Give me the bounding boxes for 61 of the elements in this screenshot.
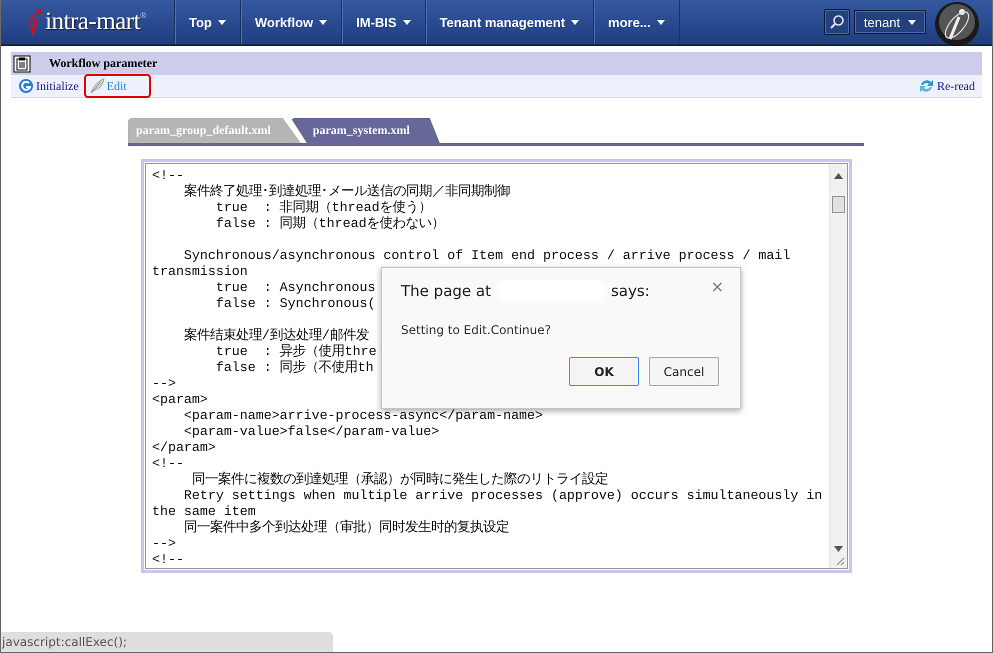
status-bar: javascript:callExec(); [1,632,333,652]
code-line: <!-- [152,552,184,568]
code-line: Retry settings when multiple arrive processes (approve) occurs simultaneously in [182,488,822,504]
nav-menu-item[interactable]: more... [594,0,680,44]
swoosh-icon [28,7,44,37]
code-line: <!-- [152,168,184,184]
code-line: transmission [152,264,248,280]
code-line: true : Asynchronous [214,280,376,296]
tenant-dropdown[interactable]: tenant [854,10,926,34]
code-line: 同一案件に複数の到達処理（承認）が同時に発生した際のリトライ設定 [190,472,608,488]
nav-menu-item[interactable]: Top [175,0,241,44]
code-line: the same item [152,504,256,520]
ok-button[interactable]: OK [569,357,639,386]
code-line: 同一案件中多个到达处理（审批）同时发生时的复执设定 [182,520,509,536]
nav-menu-item[interactable]: Workflow [240,0,342,44]
feather-icon [88,78,105,94]
code-line: <param> [152,392,208,408]
code-line: false : Synchronous( [214,296,376,312]
code-line: <param-name>arrive-process-async</param-name> [182,408,543,424]
code-line: --> [152,536,176,552]
search-icon [829,14,845,30]
code-line: true : 非同期（threadを使う） [214,200,432,216]
scroll-down-icon[interactable] [834,546,843,552]
file-tab[interactable]: param_system.xml [290,118,440,143]
scroll-up-icon[interactable] [834,173,843,179]
code-line: 案件结束处理/到达处理/邮件发 [182,328,369,344]
nav-menu-item[interactable]: Tenant management [426,0,594,44]
nav-menu-item[interactable]: IM-BIS [342,0,426,44]
caret-icon [402,20,411,24]
code-line: 案件終了処理･到達処理･メール送信の同期／非同期制御 [182,184,510,200]
caret-icon [571,20,580,24]
resize-grip-icon[interactable] [835,556,845,566]
page-title: Workflow parameter [49,56,158,71]
toolbar-button[interactable]: Re-read [913,74,980,98]
scroll-thumb[interactable] [832,196,845,213]
code-line: true : 异步（使用thre [214,344,377,360]
refresh-icon [918,78,936,94]
search-button[interactable] [824,9,850,35]
code-line: --> [152,376,176,392]
code-line: false : 同期（threadを使わない） [214,216,445,232]
caret-icon [656,20,665,24]
cancel-button[interactable]: Cancel [649,357,719,386]
refresh-icon [18,78,34,94]
logo-text: intra-mart [45,8,140,36]
scrollbar[interactable] [829,164,847,568]
caret-icon [908,20,916,24]
clipboard-icon [13,54,31,72]
caret-icon [319,20,328,24]
caret-icon [218,20,226,24]
code-line: </param> [152,440,216,456]
code-line: Synchronous/asynchronous control of Item end process / arrive process / mail [182,248,790,264]
close-button[interactable]: × [704,276,730,297]
code-line: false : 同步（不使用th [214,360,374,376]
code-line: <!-- [152,456,184,472]
dialog-title: says: [610,282,650,300]
user-avatar-icon[interactable] [934,1,980,47]
toolbar-button[interactable]: Initialize [13,74,84,98]
registered-mark: ® [140,10,147,20]
dialog-message: Setting to Edit.Continue? [400,322,552,337]
dialog-title: The page at [401,282,491,300]
code-line: <param-value>false</param-value> [182,424,440,440]
